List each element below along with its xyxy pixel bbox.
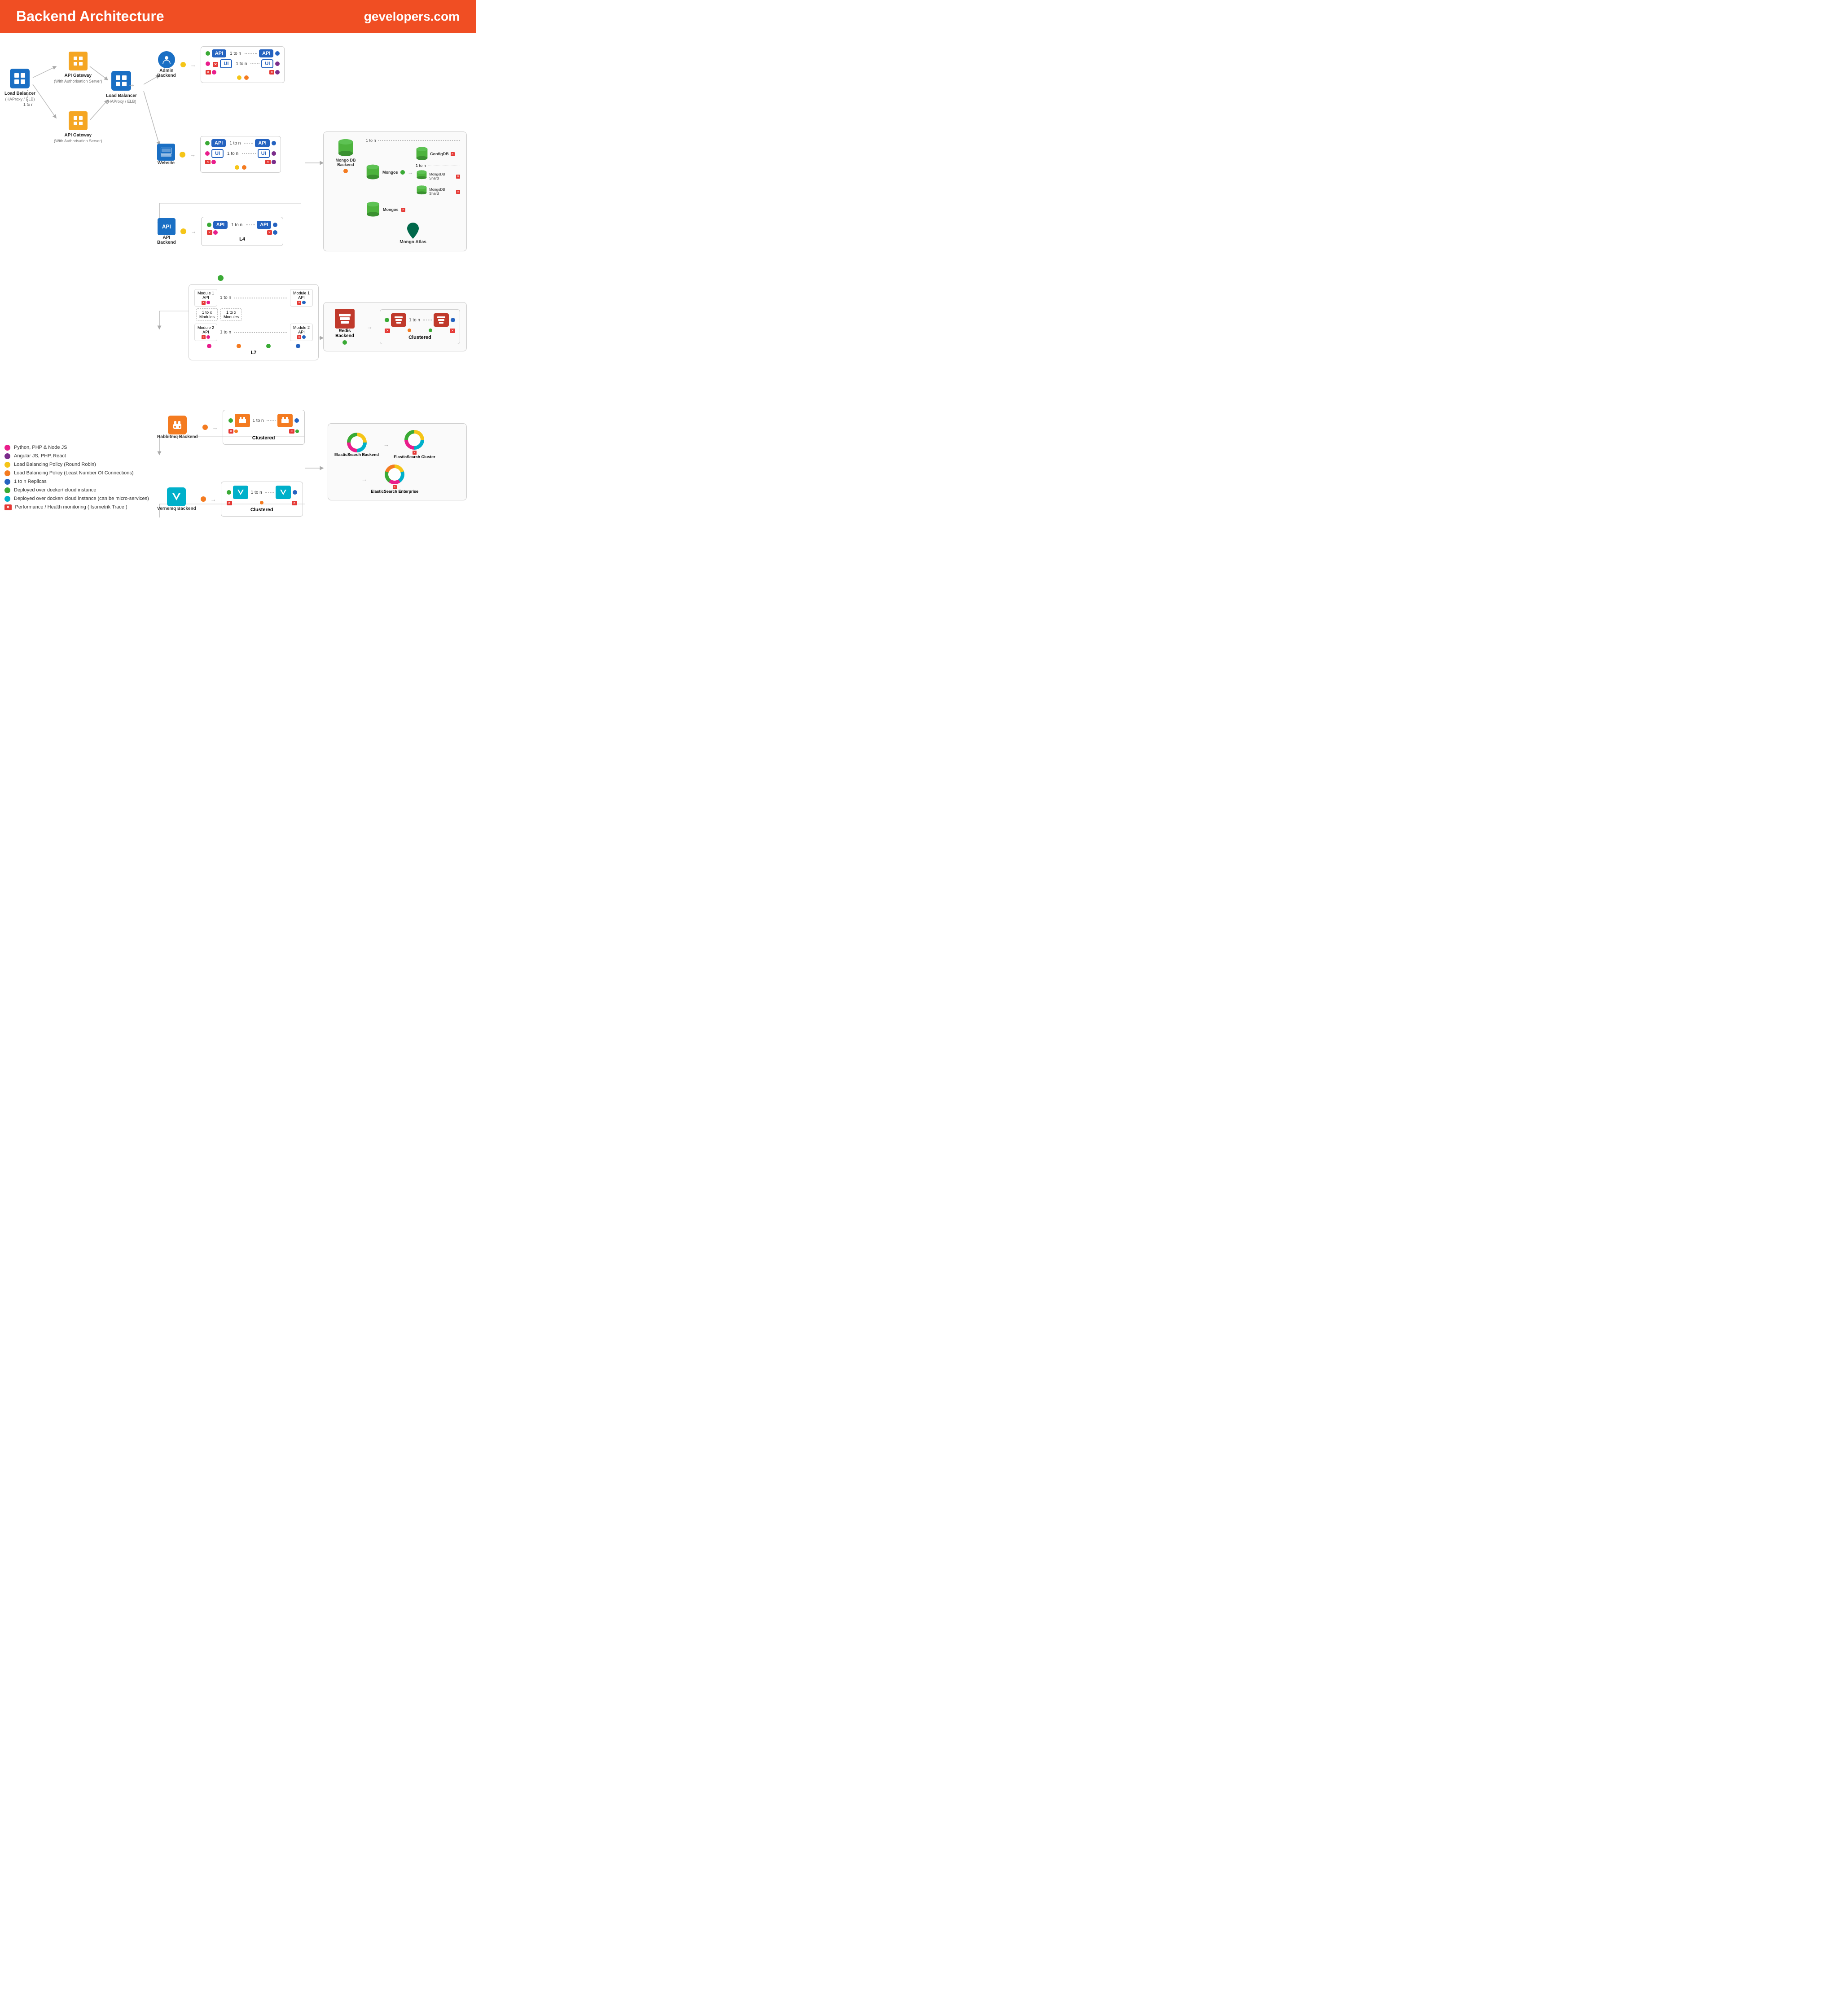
l7-label: L7 (194, 350, 313, 355)
vernemq-clustered-label: Clustered (227, 507, 297, 513)
admin-api-badge1: API (212, 49, 226, 57)
lb1-icon (10, 69, 30, 88)
vernemq-section: Vernemq Backend → 1 to n (157, 482, 310, 517)
vernemq-icon (167, 487, 186, 506)
rabbitmq-clustered-block: 1 to n ✕ ✕ Clu (223, 410, 305, 445)
lb1-1ton: 1 to n (23, 102, 34, 107)
gw1-sub: (With Authorisation Server) (54, 79, 102, 83)
configdb-label: ConfigDB (430, 152, 449, 156)
admin-backend-section: AdminBackend → API 1 to n API ✕ (157, 46, 292, 86)
page-title: Backend Architecture (16, 8, 164, 25)
mongodb-shard1: MongoDB Shard (429, 172, 455, 180)
rabbitmq-label: Rabbitmq Backend (157, 434, 198, 439)
api-backend-icon: API (158, 218, 176, 235)
admin-api-blue-dot (275, 51, 280, 56)
modules-1tox-left: 1 to xModules (196, 308, 218, 321)
rabbitmq-clustered-label: Clustered (228, 435, 299, 441)
redis-backend-section: Redis Backend → 1 to n (323, 302, 467, 351)
lb1-label: Load Balancer (4, 91, 35, 96)
legend-item-blue: 1 to n Replicas (4, 479, 157, 485)
gw2-label: API Gateway (64, 133, 92, 138)
lb1-sub: (HAProxy / ELB) (5, 97, 35, 101)
admin-ui-badge1: UI (220, 59, 232, 68)
es-cluster-icon (404, 430, 424, 450)
redis-icon (335, 309, 355, 329)
mongo-atlas-label: Mongo Atlas (399, 240, 426, 245)
load-balancer-1: Load Balancer (HAProxy / ELB) (4, 69, 35, 101)
legend-item-teal: Deployed over docker/ cloud instance (ca… (4, 496, 157, 502)
rabbitmq-section: Rabbitmq Backend → 1 to n (157, 410, 310, 445)
module2-row: Module 2API ✕ 1 to n Module 2API ✕ (194, 324, 313, 341)
legend-item-orange: Load Balancing Policy (Least Number Of C… (4, 470, 157, 476)
admin-backend-label: AdminBackend (157, 68, 176, 78)
legend-item-purple: Angular JS, PHP, React (4, 453, 157, 459)
admin-icon (158, 51, 175, 68)
redis-backend-label: Redis Backend (330, 329, 360, 338)
elasticsearch-section: ElasticSearch Backend → ✕ ElasticSearch … (328, 423, 467, 500)
lb2-arrow: → (128, 81, 135, 89)
lb2-label: Load Balancer (106, 93, 137, 98)
l7-section: Module 1API ✕ 1 to n Module 1API ✕ (189, 284, 319, 360)
modules-1tox-right: 1 to xModules (220, 308, 242, 321)
legend: Python, PHP & Node JS Angular JS, PHP, R… (4, 445, 157, 513)
es-backend-label: ElasticSearch Backend (334, 452, 379, 457)
l4-label: L4 (207, 237, 278, 242)
module2-right: Module 2API ✕ (290, 324, 313, 341)
mongodb-icon (338, 138, 354, 158)
website-section: Website → API 1 to n API UI 1 to n (157, 136, 292, 175)
site-label: gevelopers.com (364, 9, 460, 24)
module2-left: Module 2API ✕ (194, 324, 217, 341)
es-cluster-label: ElasticSearch Cluster (394, 455, 435, 459)
website-api-block: API 1 to n API UI 1 to n UI ✕ (200, 136, 281, 173)
module1-row: Module 1API ✕ 1 to n Module 1API ✕ (194, 289, 313, 307)
lb2-sub: (HAProxy / ELB) (106, 99, 136, 104)
mongodb-backend-label: Mongo DBBackend (336, 158, 356, 167)
legend-item-perf: ✕ Performance / Health monitoring ( Isom… (4, 504, 157, 510)
gw1-icon (69, 52, 88, 70)
module1-right: Module 1API ✕ (290, 289, 313, 307)
lb1-dotted-v (27, 90, 28, 104)
rabbitmq-icon (168, 416, 187, 434)
api-gateway-1: API Gateway (With Authorisation Server) (54, 52, 102, 83)
admin-dot-yellow (180, 62, 186, 67)
es-backend-icon (347, 433, 367, 452)
api-backend-label: APIBackend (157, 235, 176, 245)
gw1-label: API Gateway (64, 73, 92, 78)
legend-item-green: Deployed over docker/ cloud instance (4, 487, 157, 493)
legend-item-pink: Python, PHP & Node JS (4, 445, 157, 451)
api-gateway-2: API Gateway (With Authorisation Server) (54, 111, 102, 143)
admin-api-badge2: API (259, 49, 273, 57)
admin-ui-badge2: UI (261, 59, 273, 68)
website-icon (157, 144, 175, 161)
gw2-sub: (With Authorisation Server) (54, 139, 102, 143)
admin-api-green-dot (206, 51, 210, 56)
mongodb-backend-section: Mongo DBBackend 1 to n Mongos → (323, 131, 467, 251)
vernemq-label: Vernemq Backend (157, 506, 196, 511)
module1-left: Module 1API ✕ (194, 289, 217, 307)
l7-inner-block: Module 1API ✕ 1 to n Module 1API ✕ (189, 284, 319, 360)
legend-item-yellow: Load Balancing Policy (Round Robin) (4, 462, 157, 468)
l4-block: API 1 to n API ✕ ✕ L4 (201, 217, 284, 246)
mongodb-shard2: MongoDB Shard (429, 188, 455, 196)
redis-clustered-label: Clustered (385, 335, 455, 340)
header: Backend Architecture gevelopers.com (0, 0, 476, 33)
admin-api-block: API 1 to n API ✕ UI 1 to n UI (201, 46, 285, 83)
website-label: Website (158, 161, 175, 166)
api-backend-section: API APIBackend → API 1 to n API ✕ (157, 217, 310, 246)
main-content: Load Balancer (HAProxy / ELB) 1 to n API… (0, 33, 476, 517)
gw2-icon (69, 111, 88, 130)
website-dot-yellow (180, 152, 185, 158)
es-enterprise-icon (385, 465, 404, 484)
vernemq-clustered-block: 1 to n ✕ ✕ Clustered (221, 482, 303, 517)
redis-clustered-block: 1 to n ✕ ✕ Clustered (380, 309, 460, 344)
es-enterprise-label: ElasticSearch Enterprise (371, 489, 418, 494)
mongos-top-label: Mongos (382, 170, 398, 175)
mongos-bottom-label: Mongos (383, 207, 399, 212)
